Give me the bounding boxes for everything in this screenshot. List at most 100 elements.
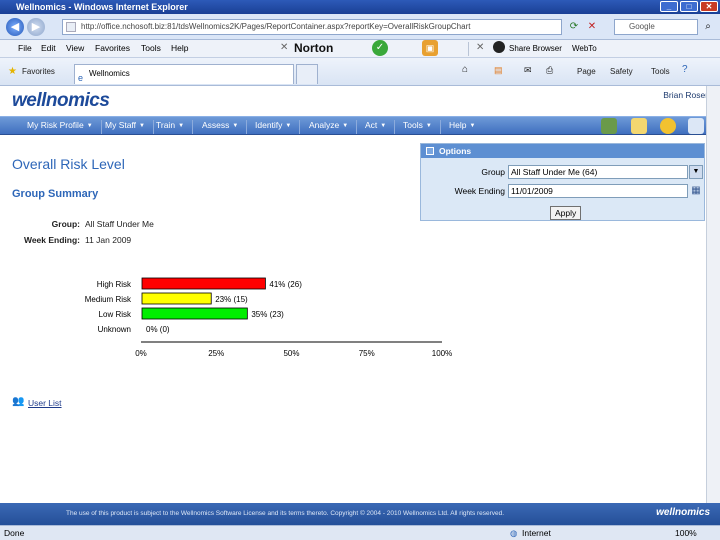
mail-icon[interactable]: ✉ bbox=[524, 65, 532, 76]
nav-train[interactable]: Train ▼ bbox=[156, 120, 194, 134]
week-ending-input[interactable]: 11/01/2009 bbox=[508, 184, 688, 198]
close-share-icon[interactable]: ✕ bbox=[476, 42, 484, 53]
address-row: ◀ ▶ http://office.nchosoft.biz:81/tdsWel… bbox=[0, 14, 720, 40]
window-title-bar: Wellnomics - Windows Internet Explorer _… bbox=[0, 0, 720, 14]
new-tab-button[interactable] bbox=[296, 64, 318, 84]
data-label: 23% (15) bbox=[215, 295, 248, 304]
group-value: All Staff Under Me bbox=[85, 219, 154, 229]
page-footer: The use of this product is subject to th… bbox=[0, 503, 720, 525]
options-panel: Options Group All Staff Under Me (64) ▼ … bbox=[420, 143, 705, 221]
week-value: 11 Jan 2009 bbox=[85, 235, 132, 245]
feeds-icon[interactable]: ▤ bbox=[494, 65, 503, 76]
excel-export-icon[interactable] bbox=[601, 118, 617, 134]
menu-favorites[interactable]: Favorites bbox=[95, 43, 130, 53]
data-label: 35% (23) bbox=[251, 310, 284, 319]
safe-icon[interactable]: ▣ bbox=[422, 40, 438, 56]
back-button[interactable]: ◀ bbox=[6, 18, 24, 36]
help-icon[interactable]: ? bbox=[682, 64, 688, 75]
tick-label: 75% bbox=[359, 349, 375, 358]
help-circle-icon[interactable] bbox=[660, 118, 676, 134]
options-week-row: Week Ending 11/01/2009 ▦ bbox=[421, 181, 704, 201]
app-nav: My Risk Profile ▼ My Staff ▼ Train ▼ Assess… bbox=[0, 116, 720, 135]
data-label: 41% (26) bbox=[269, 280, 302, 289]
print-icon[interactable]: ⎙ bbox=[546, 65, 553, 76]
footer-logo: wellnomics bbox=[656, 507, 710, 518]
nav-tools[interactable]: Tools ▼ bbox=[403, 120, 441, 134]
risk-chart: 0% 25% 50% 75% 100% High Risk 41% (26) Medium … bbox=[85, 277, 452, 358]
group-label: Group: bbox=[51, 219, 80, 229]
close-button[interactable]: ✕ bbox=[700, 1, 718, 12]
vertical-scrollbar[interactable] bbox=[706, 86, 720, 503]
calendar-icon[interactable]: ▦ bbox=[689, 184, 703, 198]
users-icon: 👥 bbox=[12, 396, 25, 407]
tab-wellnomics[interactable]: e Wellnomics bbox=[74, 64, 294, 84]
address-bar[interactable]: http://office.nchosoft.biz:81/tdsWellnom… bbox=[62, 19, 562, 35]
nav-act[interactable]: Act ▼ bbox=[365, 120, 396, 134]
home-icon[interactable]: ⌂ bbox=[462, 64, 468, 75]
close-toolbar-icon[interactable]: ✕ bbox=[280, 42, 288, 53]
user-list-link[interactable]: User List bbox=[28, 398, 62, 408]
menu-edit[interactable]: Edit bbox=[41, 43, 56, 53]
bar bbox=[141, 277, 266, 290]
zoom-level[interactable]: 100% bbox=[675, 528, 697, 538]
nav-my-risk-profile[interactable]: My Risk Profile ▼ bbox=[27, 120, 102, 134]
tick-label: 50% bbox=[283, 349, 299, 358]
group-select[interactable]: All Staff Under Me (64) bbox=[508, 165, 688, 179]
menu-tools[interactable]: Tools bbox=[141, 43, 161, 53]
nav-identify[interactable]: Identify ▼ bbox=[255, 120, 301, 134]
favorites-button[interactable]: Favorites bbox=[22, 67, 55, 76]
options-header[interactable]: Options bbox=[421, 144, 704, 158]
menu-help[interactable]: Help bbox=[171, 43, 188, 53]
share-browser-button[interactable]: Share Browser bbox=[509, 44, 562, 53]
search-placeholder: Google bbox=[629, 22, 655, 31]
options-group-label: Group bbox=[481, 167, 505, 177]
info-icon[interactable] bbox=[688, 118, 704, 134]
tools-menu[interactable]: Tools bbox=[651, 67, 670, 76]
bar bbox=[141, 307, 248, 320]
tick-label: 25% bbox=[208, 349, 224, 358]
address-text: http://office.nchosoft.biz:81/tdsWellnom… bbox=[81, 22, 471, 31]
tab-label: Wellnomics bbox=[89, 69, 130, 78]
webto-button[interactable]: WebTo bbox=[572, 44, 597, 53]
options-group-row: Group All Staff Under Me (64) ▼ bbox=[421, 162, 704, 182]
nav-help[interactable]: Help ▼ bbox=[449, 120, 483, 134]
nav-assess[interactable]: Assess ▼ bbox=[202, 120, 248, 134]
apply-button[interactable]: Apply bbox=[550, 206, 582, 220]
menu-file[interactable]: File bbox=[18, 43, 32, 53]
app-header: wellnomics Brian Rosen bbox=[0, 86, 720, 116]
window-title: Wellnomics - Windows Internet Explorer bbox=[16, 2, 188, 12]
category-label: High Risk bbox=[97, 280, 132, 289]
page-subtitle: Group Summary bbox=[12, 188, 99, 200]
favorites-bar: ★ Favorites e Wellnomics ⌂ ▤ ✉ ⎙ Page Sa… bbox=[0, 58, 720, 86]
bar bbox=[141, 292, 212, 305]
zone-text: Internet bbox=[522, 528, 551, 538]
page-menu[interactable]: Page bbox=[577, 67, 596, 76]
stop-icon[interactable]: ✕ bbox=[584, 19, 600, 35]
maximize-button[interactable]: □ bbox=[680, 1, 698, 12]
nav-my-staff[interactable]: My Staff ▼ bbox=[105, 120, 154, 134]
notes-icon[interactable] bbox=[631, 118, 647, 134]
norton-logo[interactable]: Norton bbox=[294, 41, 333, 55]
norton-toolbar: ✕ Norton ✓ ▣ ✕ Share Browser WebTo bbox=[280, 40, 720, 58]
menu-view[interactable]: View bbox=[66, 43, 84, 53]
search-input[interactable]: Google bbox=[614, 19, 698, 35]
options-title: Options bbox=[439, 146, 472, 156]
check-icon[interactable]: ✓ bbox=[372, 40, 388, 56]
category-label: Medium Risk bbox=[85, 295, 132, 304]
globe-icon: ◍ bbox=[510, 528, 518, 538]
collapse-icon[interactable] bbox=[426, 147, 434, 155]
safety-menu[interactable]: Safety bbox=[610, 67, 633, 76]
refresh-icon[interactable]: ⟳ bbox=[566, 19, 582, 35]
share-browser-icon bbox=[493, 41, 505, 53]
minimize-button[interactable]: _ bbox=[660, 1, 678, 12]
page-title: Overall Risk Level bbox=[12, 156, 125, 172]
status-bar: Done ◍ Internet 100% bbox=[0, 525, 720, 540]
data-label: 0% (0) bbox=[146, 325, 170, 334]
chevron-down-icon[interactable]: ▼ bbox=[689, 165, 703, 179]
forward-button[interactable]: ▶ bbox=[27, 18, 45, 36]
nav-analyze[interactable]: Analyze ▼ bbox=[309, 120, 358, 134]
menu-bar: File Edit View Favorites Tools Help ✕ No… bbox=[0, 40, 720, 58]
week-label: Week Ending: bbox=[23, 235, 80, 245]
search-icon[interactable]: ⌕ bbox=[700, 19, 716, 35]
status-text: Done bbox=[4, 528, 25, 538]
